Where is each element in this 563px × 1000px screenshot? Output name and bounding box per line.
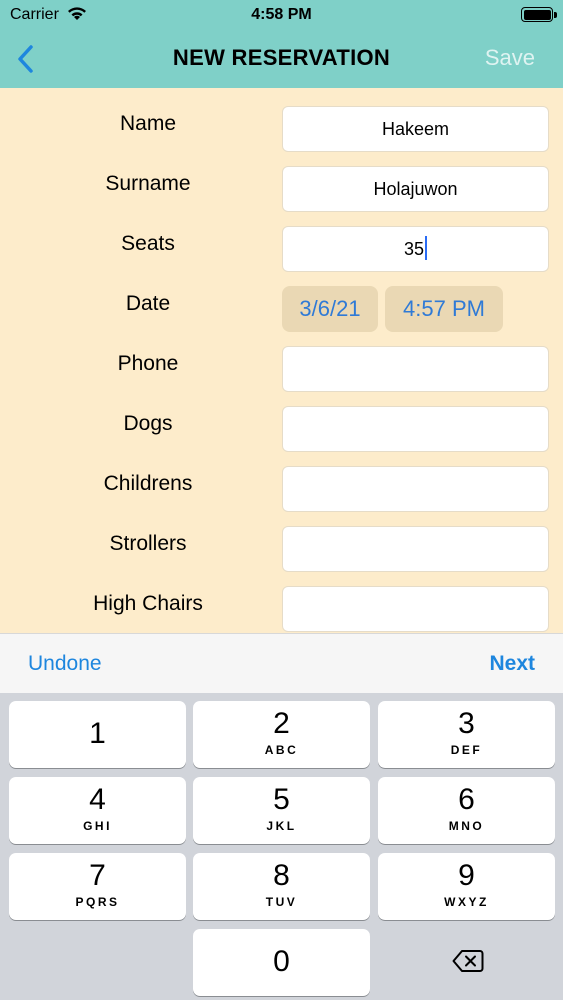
keyboard-toolbar: Undone Next <box>0 633 563 693</box>
next-button[interactable]: Next <box>489 652 535 676</box>
text-cursor <box>425 236 428 261</box>
dogs-label: Dogs <box>123 412 173 435</box>
number-pad: 1 2 ABC 3 DEF 4 GHI 5 JKL 6 MNO 7 PQRS 8… <box>0 693 563 1000</box>
name-label: Name <box>119 112 177 135</box>
strollers-label: Strollers <box>109 532 187 555</box>
strollers-row: Strollers <box>0 514 563 574</box>
childrens-row: Childrens <box>0 454 563 514</box>
time-picker-button[interactable]: 4:57 PM <box>385 286 503 332</box>
page-title: NEW RESERVATION <box>172 45 391 70</box>
surname-label: Surname <box>105 172 191 195</box>
key-4[interactable]: 4 GHI <box>9 777 186 844</box>
key-digit: 4 <box>89 783 106 816</box>
dogs-field[interactable] <box>282 406 549 452</box>
surname-field[interactable]: Holajuwon <box>282 166 549 212</box>
key-2[interactable]: 2 ABC <box>193 701 370 768</box>
high-chairs-label: High Chairs <box>93 592 203 615</box>
high-chairs-row: High Chairs <box>0 574 563 633</box>
status-bar: Carrier 4:58 PM <box>0 0 563 30</box>
key-digit: 2 <box>273 707 290 740</box>
key-1[interactable]: 1 <box>9 701 186 768</box>
key-digit: 1 <box>89 717 106 750</box>
key-3[interactable]: 3 DEF <box>378 701 555 768</box>
phone-field[interactable] <box>282 346 549 392</box>
strollers-field[interactable] <box>282 526 549 572</box>
date-picker-button[interactable]: 3/6/21 <box>282 286 378 332</box>
key-digit: 0 <box>273 945 290 978</box>
key-letters: ABC <box>264 743 299 757</box>
dogs-row: Dogs <box>0 394 563 454</box>
surname-row: Surname Holajuwon <box>0 154 563 214</box>
key-letters: TUV <box>265 895 298 909</box>
key-5[interactable]: 5 JKL <box>193 777 370 844</box>
battery-icon <box>521 7 557 22</box>
key-9[interactable]: 9 WXYZ <box>378 853 555 920</box>
key-letters: GHI <box>83 819 112 833</box>
key-digit: 6 <box>458 783 475 816</box>
key-digit: 5 <box>273 783 290 816</box>
undone-button[interactable]: Undone <box>28 652 102 676</box>
key-letters: JKL <box>266 819 297 833</box>
key-0[interactable]: 0 <box>193 929 370 996</box>
childrens-field[interactable] <box>282 466 549 512</box>
key-8[interactable]: 8 TUV <box>193 853 370 920</box>
high-chairs-field[interactable] <box>282 586 549 632</box>
backspace-icon <box>452 950 484 972</box>
key-letters: MNO <box>448 819 485 833</box>
seats-value: 35 <box>403 239 425 259</box>
date-label: Date <box>125 292 171 315</box>
phone-label: Phone <box>117 352 179 375</box>
date-row: Date 3/6/21 4:57 PM <box>0 274 563 334</box>
key-digit: 7 <box>89 859 106 892</box>
key-letters: WXYZ <box>444 895 489 909</box>
key-letters: PQRS <box>75 895 120 909</box>
key-7[interactable]: 7 PQRS <box>9 853 186 920</box>
key-digit: 9 <box>458 859 475 892</box>
save-button[interactable]: Save <box>485 45 535 71</box>
delete-key[interactable] <box>378 929 555 996</box>
status-time: 4:58 PM <box>251 6 312 23</box>
seats-field[interactable]: 35 <box>282 226 549 272</box>
phone-row: Phone <box>0 334 563 394</box>
seats-row: Seats 35 <box>0 214 563 274</box>
key-6[interactable]: 6 MNO <box>378 777 555 844</box>
name-field[interactable]: Hakeem <box>282 106 549 152</box>
reservation-form: Name Hakeem Surname Holajuwon Seats 35 D… <box>0 88 563 633</box>
childrens-label: Childrens <box>103 472 193 495</box>
key-digit: 3 <box>458 707 475 740</box>
seats-label: Seats <box>121 232 175 255</box>
key-digit: 8 <box>273 859 290 892</box>
key-letters: DEF <box>450 743 483 757</box>
name-row: Name Hakeem <box>0 94 563 154</box>
navigation-bar: NEW RESERVATION Save <box>0 30 563 88</box>
